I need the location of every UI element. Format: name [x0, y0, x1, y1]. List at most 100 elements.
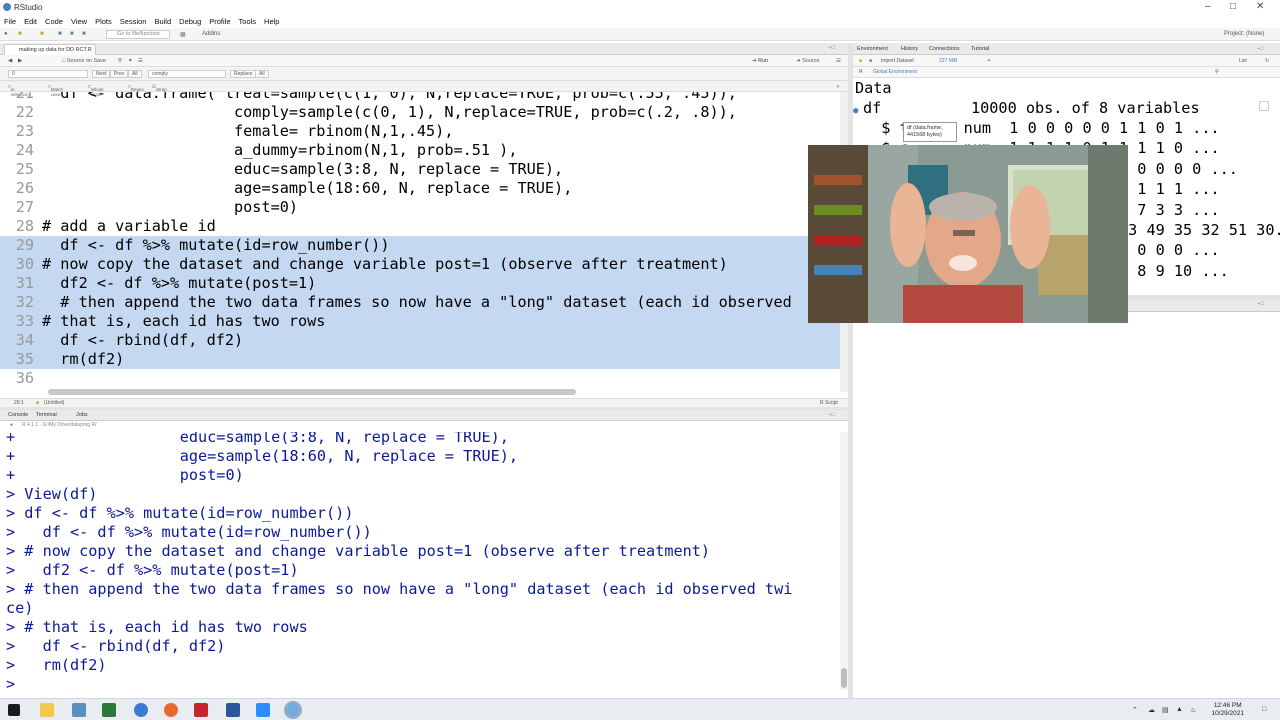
close-icon[interactable]: ✕: [1256, 1, 1264, 12]
code-line[interactable]: 33 # that is, each id has two rows: [0, 312, 840, 331]
app-icon-1[interactable]: [72, 703, 86, 717]
match-case-checkbox[interactable]: □ Match case: [48, 84, 63, 97]
notifications-icon[interactable]: □: [1262, 706, 1266, 713]
menu-build[interactable]: Build: [154, 17, 171, 26]
rstudio-taskbar-icon[interactable]: [284, 701, 302, 719]
env-pane-controls-icon[interactable]: –□: [1257, 46, 1263, 52]
scope-menu[interactable]: Global Environment: [873, 69, 917, 75]
code-line[interactable]: 23 female= rbinom(N,1,.45),: [0, 122, 840, 141]
replace-input[interactable]: comply: [148, 70, 226, 78]
menu-edit[interactable]: Edit: [24, 17, 37, 26]
source-on-save-checkbox[interactable]: □ Source on Save: [62, 58, 106, 64]
code-line[interactable]: 32 # then append the two data frames so …: [0, 293, 840, 312]
menu-code[interactable]: Code: [45, 17, 63, 26]
replace-all-button[interactable]: All: [255, 70, 269, 78]
print-icon[interactable]: ■: [82, 31, 86, 37]
minimize-icon[interactable]: –: [1205, 1, 1211, 12]
code-line[interactable]: 25 educ=sample(3:8, N, replace = TRUE),: [0, 160, 840, 179]
code-line[interactable]: 36: [0, 369, 840, 388]
in-selection-checkbox[interactable]: □ In selection: [8, 84, 28, 97]
find-next-button[interactable]: Next: [92, 70, 111, 78]
language-menu[interactable]: R: [859, 69, 863, 75]
df-expand-icon[interactable]: ●: [853, 99, 858, 119]
save-all-icon[interactable]: ■: [70, 31, 74, 37]
code-line[interactable]: 34 df <- rbind(df, df2): [0, 331, 840, 350]
load-workspace-icon[interactable]: ■: [859, 58, 862, 64]
view-table-icon[interactable]: [1259, 101, 1269, 111]
search-icon[interactable]: ⚲: [118, 58, 122, 64]
notebook-icon[interactable]: ☰: [138, 58, 143, 64]
firefox-icon[interactable]: [164, 703, 178, 717]
menu-file[interactable]: File: [4, 17, 16, 26]
memory-usage[interactable]: 227 MiB: [939, 58, 957, 64]
cloud-icon[interactable]: ☁: [1148, 706, 1155, 714]
find-prev-button[interactable]: Prev: [110, 70, 129, 78]
find-input[interactable]: 0: [8, 70, 88, 78]
new-file-icon[interactable]: ●: [4, 31, 8, 37]
editor-console-splitter[interactable]: [0, 407, 848, 410]
maximize-icon[interactable]: □: [1230, 1, 1236, 12]
code-line[interactable]: 30 # now copy the dataset and change vari…: [0, 255, 840, 274]
tab-console[interactable]: Console: [8, 412, 28, 418]
regex-checkbox[interactable]: □ Regex: [128, 84, 144, 92]
broom-icon[interactable]: ✦: [987, 58, 991, 64]
network-icon[interactable]: ▤: [1162, 706, 1169, 714]
menu-debug[interactable]: Debug: [179, 17, 201, 26]
df-description[interactable]: 10000 obs. of 8 variables: [971, 99, 1200, 119]
menu-profile[interactable]: Profile: [209, 17, 230, 26]
save-workspace-icon[interactable]: ■: [869, 58, 872, 64]
menu-help[interactable]: Help: [264, 17, 279, 26]
df-name[interactable]: df: [863, 99, 881, 119]
tab-environment[interactable]: Environment: [857, 46, 888, 52]
tab-connections[interactable]: Connections: [929, 46, 960, 52]
grid-icon[interactable]: ▦: [180, 31, 186, 38]
addins-menu[interactable]: Addins: [202, 31, 220, 37]
acrobat-icon[interactable]: [194, 703, 208, 717]
import-dataset-menu[interactable]: Import Dataset: [881, 58, 914, 64]
volume-icon[interactable]: ♨: [1190, 706, 1196, 714]
open-file-icon[interactable]: ■: [40, 31, 44, 37]
console-scroll-thumb[interactable]: [841, 668, 847, 688]
forward-icon[interactable]: ▶: [18, 58, 22, 64]
tab-history[interactable]: History: [901, 46, 918, 52]
chrome-icon[interactable]: [134, 703, 148, 717]
word-icon[interactable]: [226, 703, 240, 717]
wifi-icon[interactable]: ▲: [1176, 706, 1183, 713]
editor-tab[interactable]: making up data for DD RCT.R: [4, 44, 96, 55]
code-line[interactable]: 24 a_dummy=rbinom(N,1, prob=.51 ),: [0, 141, 840, 160]
zoom-icon[interactable]: [256, 703, 270, 717]
tab-terminal[interactable]: Terminal: [36, 412, 57, 418]
menu-session[interactable]: Session: [120, 17, 147, 26]
back-icon[interactable]: ◀: [8, 58, 12, 64]
code-editor[interactable]: 21 df <- data.frame( treat=sample(c(1, 0…: [0, 92, 840, 388]
code-line[interactable]: 31 df2 <- df %>% mutate(post=1): [0, 274, 840, 293]
menu-tools[interactable]: Tools: [239, 17, 257, 26]
replace-button[interactable]: Replace: [230, 70, 257, 78]
project-menu[interactable]: Project: (None): [1224, 31, 1264, 37]
outline-icon[interactable]: ☰: [836, 58, 841, 64]
open-project-icon[interactable]: ■: [18, 31, 22, 37]
minimize-pane-icon[interactable]: –□: [828, 45, 835, 51]
close-find-icon[interactable]: ✕: [836, 84, 840, 90]
wand-icon[interactable]: ✦: [128, 58, 133, 64]
find-all-button[interactable]: All: [128, 70, 142, 78]
view-mode-menu[interactable]: List: [1239, 58, 1247, 64]
menu-view[interactable]: View: [71, 17, 87, 26]
run-button[interactable]: ➜ Run: [752, 58, 768, 64]
tray-chevron-icon[interactable]: ⌃: [1132, 706, 1138, 714]
code-line[interactable]: 29 df <- df %>% mutate(id=row_number()): [0, 236, 840, 255]
code-line[interactable]: 21 df <- data.frame( treat=sample(c(1, 0…: [0, 92, 840, 103]
files-pane-controls-icon[interactable]: –□: [1257, 301, 1264, 307]
source-button[interactable]: ➜ Source: [796, 58, 820, 64]
console-output[interactable]: + educ=sample(3:8, N, replace = TRUE), + …: [0, 432, 840, 692]
env-search-icon[interactable]: ⚲: [1215, 69, 1219, 75]
goto-file-input[interactable]: Go to file/function: [106, 30, 170, 39]
scope-label[interactable]: (Untitled): [44, 400, 64, 406]
console-pane-controls-icon[interactable]: –□: [828, 412, 834, 418]
save-icon[interactable]: ■: [58, 31, 62, 37]
refresh-icon[interactable]: ↻: [1265, 58, 1269, 64]
code-line[interactable]: 35 rm(df2): [0, 350, 840, 369]
app-icon-2[interactable]: [102, 703, 116, 717]
file-explorer-icon[interactable]: [40, 703, 54, 717]
tab-tutorial[interactable]: Tutorial: [971, 46, 989, 52]
